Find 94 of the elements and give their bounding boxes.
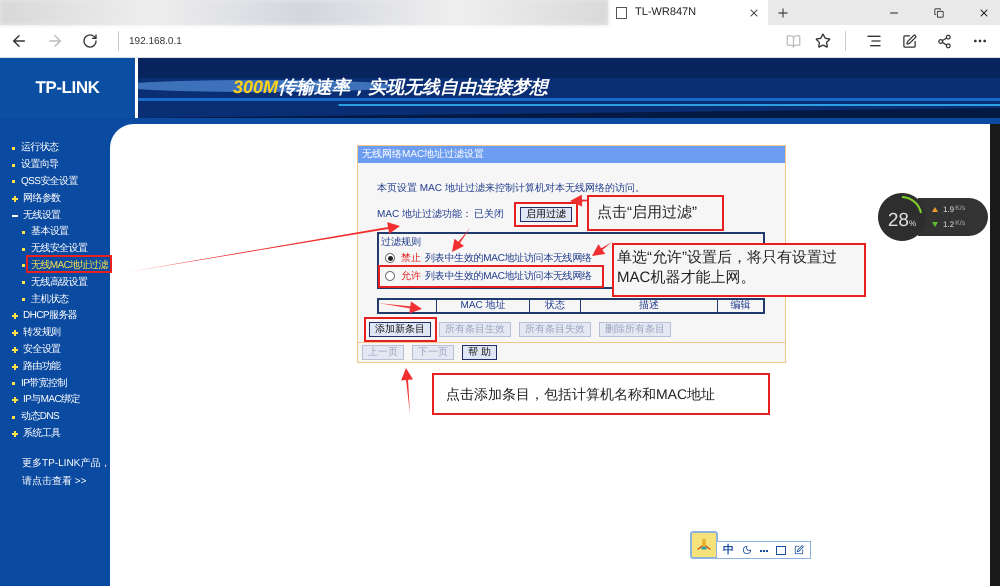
download-speed: 1.2: [943, 218, 954, 230]
expand-icon[interactable]: [12, 196, 18, 202]
expand-icon[interactable]: [12, 313, 18, 320]
new-tab-icon[interactable]: [776, 6, 790, 20]
callout: 点击添加条目，包括计算机名称和MAC地址: [432, 373, 770, 415]
sidebar-item[interactable]: 无线高级设置: [30, 276, 88, 289]
column-header: 编辑: [730, 300, 752, 312]
download-icon: [932, 222, 938, 227]
page-icon: [616, 6, 627, 18]
keyboard-icon[interactable]: [776, 546, 786, 554]
sidebar-item[interactable]: 主机状态: [30, 294, 70, 306]
sidebar-item[interactable]: DHCP服务器: [22, 310, 78, 322]
sidebar-item[interactable]: 设置向导: [20, 159, 60, 172]
bullet-icon: [22, 230, 25, 234]
bullet-icon: [12, 164, 15, 167]
ime-mascot-icon[interactable]: [690, 531, 718, 559]
sidebar-item[interactable]: 系统工具: [22, 428, 62, 440]
usage-percent: 28: [888, 211, 909, 230]
radio-button[interactable]: [385, 271, 395, 281]
bullet-icon: [22, 298, 25, 302]
browser-tab[interactable]: TL-WR847N: [608, 0, 768, 25]
expand-icon[interactable]: [12, 430, 18, 437]
input-mode[interactable]: 中: [723, 542, 734, 558]
sidebar-item[interactable]: 网络参数: [22, 192, 62, 205]
radio-button[interactable]: [385, 253, 395, 263]
slogan-highlight: 300M: [233, 76, 278, 99]
more-products-link[interactable]: 更多TP-LINK产品，: [22, 456, 110, 472]
sidebar-item[interactable]: IP与MAC绑定: [22, 394, 81, 406]
arrow: [378, 301, 422, 314]
rules-legend: 过滤规则: [381, 236, 421, 249]
column-header: 描述: [581, 300, 718, 312]
rule-action: 允许: [401, 270, 421, 284]
pen-icon[interactable]: [794, 545, 804, 555]
favorite-icon[interactable]: [815, 33, 831, 49]
restore-icon[interactable]: [934, 8, 944, 18]
bullet-icon: [22, 264, 25, 268]
note-icon[interactable]: [902, 34, 917, 48]
status-label: MAC 地址过滤功能：: [377, 208, 472, 222]
bullet-icon: [12, 146, 15, 150]
usage-arc: [902, 196, 922, 214]
bullet-icon: [12, 180, 15, 184]
collapse-icon[interactable]: [12, 214, 18, 217]
share-icon[interactable]: [937, 34, 952, 48]
callout: 点击“启用过滤”: [587, 195, 724, 231]
sidebar-item[interactable]: 基本设置: [30, 226, 70, 238]
sidebar-item[interactable]: 动态DNS: [20, 411, 60, 424]
slogan: 传输速率，实现无线自由连接梦想: [278, 76, 548, 99]
expand-icon[interactable]: [12, 330, 18, 336]
highlight-box: [514, 202, 578, 227]
bullet-icon: [22, 281, 25, 284]
column-header: MAC 地址: [437, 300, 530, 312]
refresh-icon[interactable]: [82, 33, 98, 49]
column-header: 状态: [530, 300, 581, 312]
bullet-icon: [12, 416, 15, 419]
arrow: [452, 228, 470, 252]
sidebar-item[interactable]: 安全设置: [22, 344, 62, 356]
bullet-icon: [12, 382, 15, 386]
rule-action: 禁止: [401, 252, 421, 266]
form-button[interactable]: 帮 助: [462, 345, 497, 360]
panel-title: 无线网络MAC地址过滤设置: [358, 146, 785, 163]
sidebar-item[interactable]: IP带宽控制: [20, 378, 68, 390]
arrow: [592, 242, 612, 256]
sidebar-item[interactable]: 运行状态: [20, 142, 60, 154]
arrow: [401, 368, 414, 414]
sidebar-item[interactable]: 无线设置: [22, 210, 62, 222]
expand-icon[interactable]: [12, 364, 18, 370]
punctuation-icon[interactable]: [760, 548, 768, 552]
tab-title: TL-WR847N: [635, 5, 698, 20]
sidebar-item[interactable]: QSS安全设置: [20, 176, 79, 188]
back-icon[interactable]: [10, 32, 28, 50]
sidebar-item[interactable]: 转发规则: [22, 327, 62, 340]
bullet-icon: [22, 248, 25, 251]
upload-speed: 1.9: [943, 204, 954, 216]
usage-unit: %: [909, 218, 916, 230]
form-button[interactable]: 添加新条目: [369, 322, 431, 337]
moon-icon[interactable]: [742, 545, 752, 555]
upload-icon: [932, 207, 938, 212]
address-field[interactable]: 192.168.0.1: [129, 34, 786, 48]
sidebar-item[interactable]: 路由功能: [22, 360, 62, 373]
expand-icon[interactable]: [12, 397, 18, 404]
sidebar-item[interactable]: 无线安全设置: [30, 243, 88, 256]
rule-text: 列表中生效的MAC地址访问本无线网络: [425, 252, 592, 266]
hub-icon[interactable]: [866, 33, 882, 49]
expand-icon[interactable]: [12, 346, 18, 353]
intro-text: 本页设置 MAC 地址过滤来控制计算机对本无线网络的访问。: [377, 183, 646, 195]
logo: TP-LINK: [35, 77, 100, 100]
enable-filter-button[interactable]: 启用过滤: [520, 207, 572, 222]
status-value: 已关闭: [474, 208, 504, 222]
more-products-link[interactable]: 请点击查看 >>: [22, 474, 110, 490]
sidebar-item[interactable]: 无线MAC地址过滤: [30, 260, 109, 272]
close-icon[interactable]: [748, 6, 760, 18]
callout: 单选“允许”设置后，将只有设置过MAC机器才能上网。: [612, 243, 866, 297]
close-icon[interactable]: [978, 6, 990, 18]
rule-text: 列表中生效的MAC地址访问本无线网络: [425, 270, 592, 284]
